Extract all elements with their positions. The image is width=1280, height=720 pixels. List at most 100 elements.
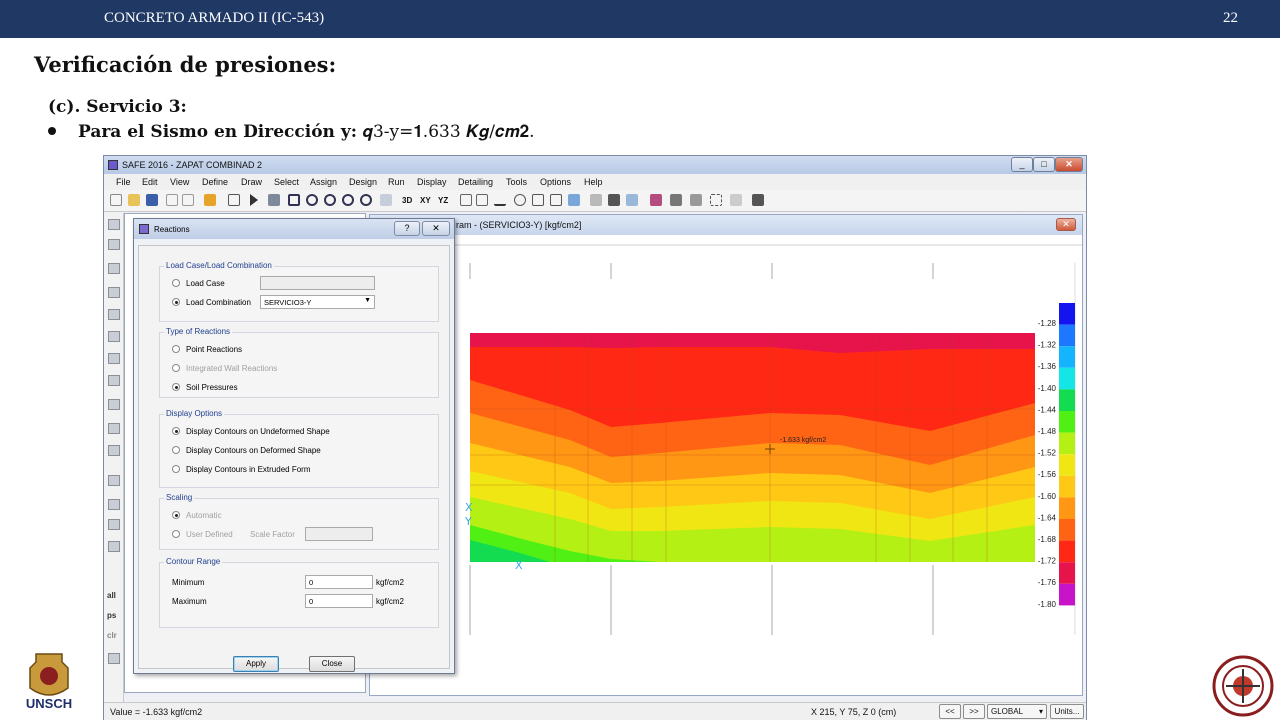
help-button[interactable]: ? bbox=[394, 221, 420, 236]
radio-icon bbox=[172, 446, 180, 454]
radio-extruded[interactable]: Display Contours in Extruded Form bbox=[172, 465, 311, 477]
redo-icon[interactable] bbox=[182, 194, 194, 206]
forces-icon[interactable] bbox=[650, 194, 662, 206]
draw-area-icon[interactable] bbox=[108, 287, 120, 298]
draw-grid-icon[interactable] bbox=[108, 541, 120, 552]
maximize-button[interactable]: □ bbox=[1033, 157, 1055, 172]
reshape-icon[interactable] bbox=[108, 239, 120, 250]
menu-options[interactable]: Options bbox=[540, 177, 571, 187]
menu-select[interactable]: Select bbox=[274, 177, 299, 187]
draw-design-icon[interactable] bbox=[108, 499, 120, 510]
radio-soil-pressures[interactable]: Soil Pressures bbox=[172, 383, 238, 395]
radio-automatic[interactable]: Automatic bbox=[172, 511, 222, 523]
draw-slab-icon[interactable] bbox=[108, 423, 120, 434]
extrude-icon[interactable] bbox=[550, 194, 562, 206]
select-all-button[interactable]: all bbox=[107, 591, 116, 600]
integrated-wall-label: Integrated Wall Reactions bbox=[186, 364, 278, 373]
close-button[interactable]: ✕ bbox=[1055, 157, 1083, 172]
menu-draw[interactable]: Draw bbox=[241, 177, 262, 187]
menu-view[interactable]: View bbox=[170, 177, 189, 187]
draw-dimension-icon[interactable] bbox=[108, 445, 120, 456]
minimum-input[interactable]: 0 bbox=[305, 575, 373, 589]
units-button[interactable]: Units... bbox=[1050, 704, 1084, 719]
load-combination-select[interactable]: SERVICIO3-Y ▼ bbox=[260, 295, 375, 309]
radio-deformed[interactable]: Display Contours on Deformed Shape bbox=[172, 446, 321, 458]
apply-button[interactable]: Apply bbox=[233, 656, 279, 672]
menu-display[interactable]: Display bbox=[417, 177, 447, 187]
menu-design[interactable]: Design bbox=[349, 177, 377, 187]
radio-integrated-wall[interactable]: Integrated Wall Reactions bbox=[172, 364, 277, 376]
pointer-icon[interactable] bbox=[108, 219, 120, 230]
menu-file[interactable]: File bbox=[116, 177, 131, 187]
view-3d-button[interactable]: 3D bbox=[402, 196, 412, 205]
view-xy-button[interactable]: XY bbox=[420, 196, 431, 205]
clear-selection-button[interactable]: clr bbox=[107, 631, 117, 640]
perspective-icon[interactable] bbox=[460, 194, 472, 206]
set-display-icon[interactable] bbox=[590, 194, 602, 206]
radio-undeformed[interactable]: Display Contours on Undeformed Shape bbox=[172, 427, 330, 439]
save-icon[interactable] bbox=[146, 194, 158, 206]
legend-label: -1.64 bbox=[1038, 513, 1057, 522]
undo-icon[interactable] bbox=[166, 194, 178, 206]
menu-help[interactable]: Help bbox=[584, 177, 603, 187]
draw-rectangle-icon[interactable] bbox=[108, 309, 120, 320]
draw-line-icon[interactable] bbox=[108, 519, 120, 530]
load-case-select[interactable] bbox=[260, 276, 375, 290]
plot-close-button[interactable]: ✕ bbox=[1056, 218, 1076, 231]
draw-wall-icon[interactable] bbox=[108, 375, 120, 386]
refresh-icon[interactable] bbox=[514, 194, 526, 206]
radio-user-defined[interactable]: User Defined bbox=[172, 530, 233, 542]
menu-define[interactable]: Define bbox=[202, 177, 228, 187]
zoom-previous-icon[interactable] bbox=[360, 194, 372, 206]
zoom-in-icon[interactable] bbox=[306, 194, 318, 206]
zoom-window-icon[interactable] bbox=[288, 194, 300, 206]
radio-point-reactions[interactable]: Point Reactions bbox=[172, 345, 242, 357]
dialog-close-icon[interactable]: ✕ bbox=[422, 221, 450, 236]
radio-load-case[interactable]: Load Case bbox=[172, 279, 225, 291]
course-title: CONCRETO ARMADO II (IC-543) bbox=[104, 10, 325, 26]
report-icon[interactable] bbox=[752, 194, 764, 206]
strip-forces-icon[interactable] bbox=[690, 194, 702, 206]
run-icon[interactable] bbox=[250, 194, 258, 206]
coord-system-select[interactable]: GLOBAL ▾ bbox=[987, 704, 1047, 719]
pencil-icon[interactable] bbox=[204, 194, 216, 206]
select-box-icon[interactable] bbox=[710, 194, 722, 206]
reactions-icon[interactable] bbox=[670, 194, 682, 206]
select-previous-button[interactable]: ps bbox=[107, 611, 116, 620]
previous-button[interactable]: << bbox=[939, 704, 961, 719]
next-button[interactable]: >> bbox=[963, 704, 985, 719]
run-all-icon[interactable] bbox=[268, 194, 280, 206]
new-file-icon[interactable] bbox=[110, 194, 122, 206]
camera-icon[interactable] bbox=[568, 194, 580, 206]
draw-column-icon[interactable] bbox=[108, 331, 120, 342]
view-yz-button[interactable]: YZ bbox=[438, 196, 448, 205]
loads-icon[interactable] bbox=[626, 194, 638, 206]
snap-icon[interactable] bbox=[108, 653, 120, 664]
shrink-icon[interactable] bbox=[532, 194, 544, 206]
minimize-button[interactable]: _ bbox=[1011, 157, 1033, 172]
menu-detailing[interactable]: Detailing bbox=[458, 177, 493, 187]
lock-icon[interactable] bbox=[228, 194, 240, 206]
draw-strip-icon[interactable] bbox=[108, 399, 120, 410]
menu-assign[interactable]: Assign bbox=[310, 177, 337, 187]
menu-tools[interactable]: Tools bbox=[506, 177, 527, 187]
maximum-input[interactable]: 0 bbox=[305, 594, 373, 608]
deformed-shape-icon[interactable] bbox=[608, 194, 620, 206]
scale-factor-input[interactable] bbox=[305, 527, 373, 541]
draw-beam-icon[interactable] bbox=[108, 353, 120, 364]
pan-hand-icon[interactable] bbox=[380, 194, 392, 206]
draw-tendon-icon[interactable] bbox=[108, 475, 120, 486]
zoom-out-icon[interactable] bbox=[324, 194, 336, 206]
display-table-icon[interactable] bbox=[730, 194, 742, 206]
legend-label: -1.36 bbox=[1038, 362, 1057, 371]
open-folder-icon[interactable] bbox=[128, 194, 140, 206]
check-icon[interactable] bbox=[494, 194, 506, 206]
view-options-icon[interactable] bbox=[476, 194, 488, 206]
contour-canvas[interactable]: -1.633 kgf/cm2 X Y X -1.28 -1.32 -1.36 -1.4… bbox=[370, 235, 1082, 695]
menu-run[interactable]: Run bbox=[388, 177, 405, 187]
draw-point-icon[interactable] bbox=[108, 263, 120, 274]
zoom-restore-icon[interactable] bbox=[342, 194, 354, 206]
menu-edit[interactable]: Edit bbox=[142, 177, 158, 187]
close-dialog-button[interactable]: Close bbox=[309, 656, 355, 672]
radio-load-combination[interactable]: Load Combination bbox=[172, 298, 251, 310]
